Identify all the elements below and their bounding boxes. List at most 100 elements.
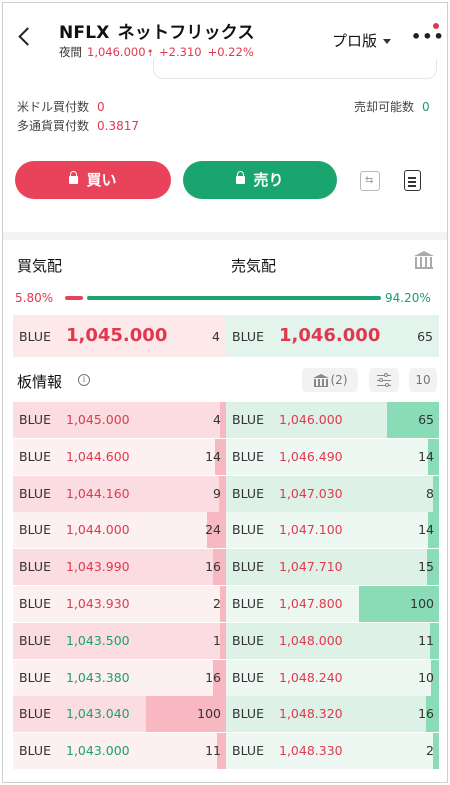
bid-qty: 11 (205, 743, 221, 759)
ask-cell[interactable]: BLUE 1,047.100 14 (226, 512, 439, 549)
ask-cell[interactable]: BLUE 1,048.240 10 (226, 659, 439, 696)
bid-qty: 16 (205, 559, 221, 575)
ask-price: 1,047.800 (279, 596, 343, 611)
ask-cell[interactable]: BLUE 1,048.330 2 (226, 733, 439, 770)
ask-ratio-label: 94.20% (385, 291, 431, 305)
multi-buy-value: 0.3817 (97, 119, 140, 133)
ask-qty: 14 (418, 522, 434, 538)
bid-cell[interactable]: BLUE 1,044.000 24 (13, 512, 226, 549)
bid-ratio-label: 5.80% (15, 291, 54, 305)
bid-cell[interactable]: BLUE 1,044.600 14 (13, 438, 226, 475)
stock-title: NFLX ネットフリックス (59, 18, 255, 43)
notification-dot (433, 23, 439, 29)
bid-cell[interactable]: BLUE 1,043.000 11 (13, 733, 226, 770)
bank-icon (312, 373, 329, 387)
last-price: 1,046.000 (87, 45, 146, 59)
bid-price: 1,043.040 (66, 706, 130, 722)
best-bid-row[interactable]: BLUE 1,045.000 4 (13, 315, 226, 357)
best-ask-row[interactable]: BLUE 1,046.000 65 (226, 315, 439, 357)
bid-qty: 1 (213, 632, 221, 648)
settings-button[interactable] (369, 368, 399, 392)
order-book-row: BLUE 1,043.500 1 BLUE 1,048.000 11 (13, 622, 439, 659)
bid-price: 1,043.930 (66, 596, 130, 611)
bank-icon[interactable] (414, 251, 434, 269)
bid-venue: BLUE (19, 596, 51, 611)
bid-price: 1,043.380 (66, 669, 130, 685)
venue-filter-button[interactable]: (2) (302, 368, 358, 392)
sell-label: 売り (253, 171, 284, 189)
ask-venue: BLUE (232, 706, 264, 722)
ask-venue: BLUE (232, 522, 264, 538)
order-book-row: BLUE 1,043.930 2 BLUE 1,047.800 100 (13, 586, 439, 622)
best-bid-venue: BLUE (19, 329, 51, 344)
ask-cell[interactable]: BLUE 1,048.320 16 (226, 696, 439, 733)
caret-down-icon (383, 39, 392, 44)
ask-venue: BLUE (232, 559, 264, 575)
order-book-row: BLUE 1,045.000 4 BLUE 1,046.000 65 (13, 402, 439, 438)
multi-buy-label: 多通貨買付数 (17, 119, 90, 133)
bid-cell[interactable]: BLUE 1,043.040 100 (13, 696, 226, 733)
bid-venue: BLUE (19, 412, 51, 427)
ask-quote-title: 売気配 (231, 257, 277, 275)
bid-qty: 2 (213, 596, 221, 611)
bid-cell[interactable]: BLUE 1,043.380 16 (13, 659, 226, 696)
usd-buy-value: 0 (97, 100, 105, 114)
ask-price: 1,047.100 (279, 522, 343, 538)
ask-qty: 10 (418, 669, 434, 685)
order-book-row: BLUE 1,043.990 16 BLUE 1,047.710 15 (13, 549, 439, 586)
ask-cell[interactable]: BLUE 1,048.000 11 (226, 622, 439, 659)
bid-cell[interactable]: BLUE 1,043.930 2 (13, 586, 226, 622)
ask-price: 1,048.320 (279, 706, 343, 722)
bid-cell[interactable]: BLUE 1,044.160 9 (13, 475, 226, 512)
sell-button[interactable]: 売り (183, 161, 337, 199)
ask-cell[interactable]: BLUE 1,047.800 100 (226, 586, 439, 622)
multi-currency-buy-count: 多通貨買付数 0.3817 (17, 117, 139, 134)
bid-cell[interactable]: BLUE 1,043.990 16 (13, 549, 226, 586)
bid-cell[interactable]: BLUE 1,043.500 1 (13, 622, 226, 659)
bid-cell[interactable]: BLUE 1,045.000 4 (13, 402, 226, 438)
bid-price: 1,044.160 (66, 485, 130, 501)
app-frame: NFLX ネットフリックス 夜間 1,046.000 🠅 +2.310 +0.22% プロ… (2, 2, 448, 783)
bid-venue: BLUE (19, 706, 51, 722)
sellable-count: 売却可能数 0 (354, 98, 430, 115)
ask-venue: BLUE (232, 743, 264, 759)
bid-venue: BLUE (19, 559, 51, 575)
ask-cell[interactable]: BLUE 1,046.490 14 (226, 438, 439, 475)
buy-button[interactable]: 買い (15, 161, 171, 199)
best-ask-price: 1,046.000 (279, 325, 381, 346)
sliders-icon (377, 372, 391, 387)
bid-venue: BLUE (19, 448, 51, 464)
ask-venue: BLUE (232, 596, 264, 611)
back-arrow-icon[interactable] (15, 25, 35, 49)
ask-cell[interactable]: BLUE 1,046.000 65 (226, 402, 439, 438)
best-bid-qty: 4 (212, 329, 220, 344)
bid-qty: 14 (205, 448, 221, 464)
transfer-icon[interactable] (360, 171, 380, 191)
ask-venue: BLUE (232, 485, 264, 501)
mode-selector[interactable]: プロ版 (332, 30, 392, 51)
bid-quote-title: 買気配 (17, 257, 63, 275)
ask-venue: BLUE (232, 448, 264, 464)
sellable-value: 0 (422, 100, 430, 114)
best-ask-qty: 65 (417, 329, 433, 344)
bid-ratio-bar (65, 296, 83, 300)
order-board-title: 板情報 (17, 373, 63, 391)
ask-price: 1,046.000 (279, 412, 343, 427)
bid-venue: BLUE (19, 632, 51, 648)
mode-label: プロ版 (332, 32, 378, 50)
best-ask-venue: BLUE (232, 329, 264, 344)
more-menu-icon[interactable]: ••• (411, 27, 444, 47)
ask-venue: BLUE (232, 669, 264, 685)
order-book-row: BLUE 1,043.040 100 BLUE 1,048.320 16 (13, 696, 439, 733)
ask-qty: 65 (418, 412, 434, 427)
order-list-icon[interactable] (404, 170, 421, 191)
bid-price: 1,045.000 (66, 412, 130, 427)
info-icon[interactable]: i (78, 374, 90, 386)
ask-cell[interactable]: BLUE 1,047.030 8 (226, 475, 439, 512)
header: NFLX ネットフリックス 夜間 1,046.000 🠅 +2.310 +0.22% プロ… (3, 3, 447, 65)
bid-price: 1,044.000 (66, 522, 130, 538)
bid-qty: 4 (213, 412, 221, 427)
ask-cell[interactable]: BLUE 1,047.710 15 (226, 549, 439, 586)
bid-price: 1,043.500 (66, 632, 130, 648)
depth-levels-button[interactable]: 10 (409, 368, 437, 392)
